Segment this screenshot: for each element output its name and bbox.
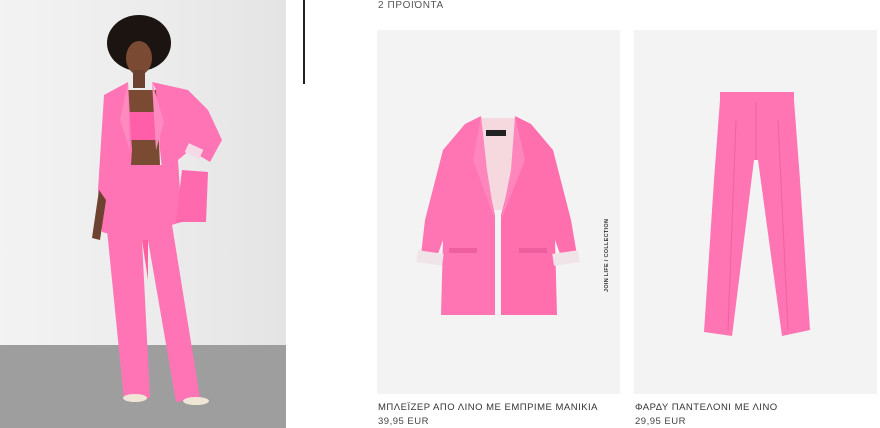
product-name[interactable]: ΜΠΛΕΪΖΕΡ ΑΠΟ ΛΙΝΟ ΜΕ ΕΜΠΡΙΜΕ ΜΑΝΙΚΙΑ <box>378 402 598 413</box>
product-card[interactable]: JOIN LIFE / COLLECTION ΜΠΛΕΪΖΕΡ ΑΠΟ ΛΙΝΟ… <box>377 30 620 427</box>
model-illustration <box>92 15 222 405</box>
product-image-blazer[interactable]: JOIN LIFE / COLLECTION <box>377 30 620 394</box>
results-count: 2 ΠΡΟΙΌΝΤΑ <box>378 0 444 11</box>
product-price: 29,95 EUR <box>635 416 686 427</box>
trousers-illustration <box>704 92 810 336</box>
page: 2 ΠΡΟΙΌΝΤΑ JOIN LIFE / COLLECTION ΜΠΛΕΪΖ… <box>0 0 880 428</box>
blazer-illustration <box>416 116 580 315</box>
product-name[interactable]: ΦΑΡΔΥ ΠΑΝΤΕΛΟΝΙ ΜΕ ΛΙΝΟ <box>635 402 778 413</box>
product-image-trousers[interactable] <box>634 30 877 394</box>
product-price: 39,95 EUR <box>378 416 429 427</box>
editorial-look-image[interactable] <box>0 0 286 428</box>
section-divider <box>303 0 305 84</box>
collection-tag: JOIN LIFE / COLLECTION <box>604 218 610 292</box>
product-card[interactable]: ΦΑΡΔΥ ΠΑΝΤΕΛΟΝΙ ΜΕ ΛΙΝΟ 29,95 EUR <box>634 30 877 427</box>
